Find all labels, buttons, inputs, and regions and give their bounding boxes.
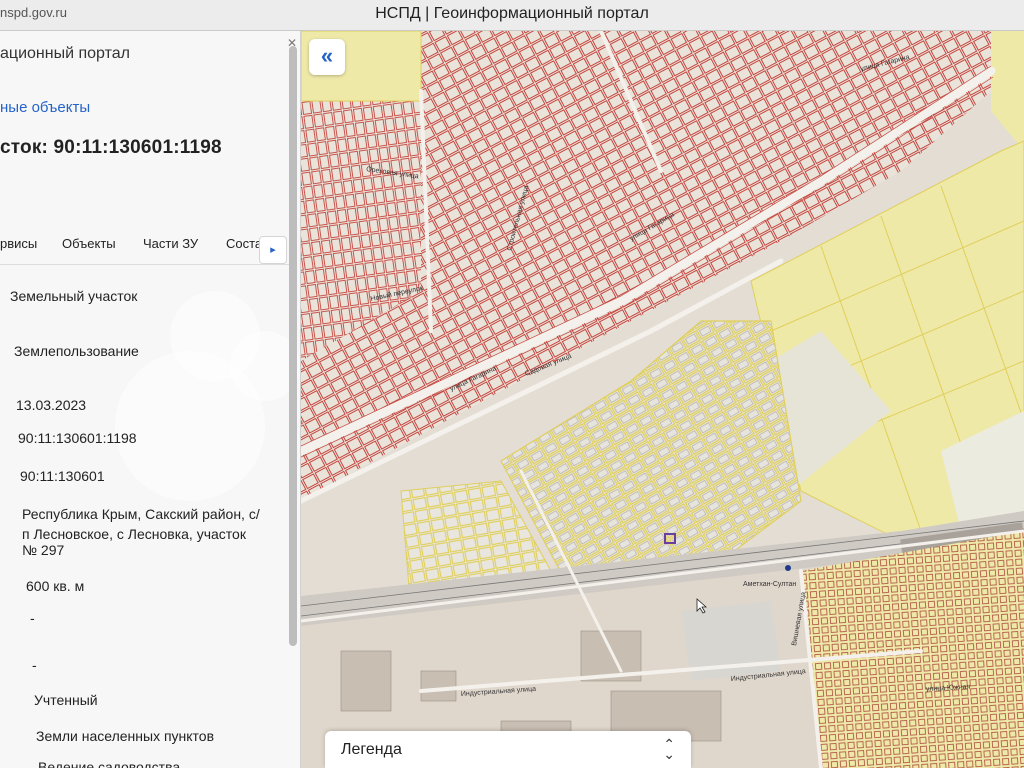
field-use: Ведение садоводства [38,759,181,768]
chevron-down-icon: ⌄ [663,746,675,762]
parcel-title: сток: 90:11:130601:1198 [0,137,222,158]
panel-scrollbar[interactable] [289,46,297,646]
field-address-line1: Республика Крым, Сакский район, с/ [22,506,260,522]
field-area: 600 кв. м [26,578,85,594]
field-cadastral-number: 90:11:130601:1198 [18,430,137,446]
location-marker [785,565,791,571]
objects-link[interactable]: ные объекты [0,99,90,116]
field-empty-1: - [30,610,35,626]
tab-bar: рвисы Объекты Части ЗУ Соста ▸ [0,236,290,265]
field-category: Земли населенных пунктов [36,728,215,744]
field-empty-2: - [32,657,37,673]
legend-panel[interactable]: Легенда ⌃ ⌄ [325,731,691,768]
info-panel: ационный портал ✕ ные объекты сток: 90:1… [0,31,301,768]
tab-parcel-parts[interactable]: Части ЗУ [143,236,198,251]
field-address-line3: № 297 [22,542,65,558]
field-quarter: 90:11:130601 [20,468,105,484]
cadastral-map[interactable]: улица Гагарина улица Гагарина улица Гага… [301,31,1024,768]
collapse-panel-button[interactable]: « [309,39,345,75]
map-canvas: улица Гагарина улица Гагарина улица Гага… [301,31,1024,768]
window-title: НСПД | Геоинформационный портал [375,5,649,22]
browser-titlebar: nspd.gov.ru НСПД | Геоинформационный пор… [0,0,1024,31]
street-label-amet: Аметхан-Султан [743,581,796,588]
field-object-type: Земельный участок [10,288,138,304]
tab-services[interactable]: рвисы [0,236,37,251]
residential-block-southeast [801,531,1024,768]
tab-objects[interactable]: Объекты [62,236,116,251]
legend-title: Легенда [341,741,402,758]
field-status: Учтенный [34,692,98,708]
tab-composition[interactable]: Соста [226,236,262,251]
portal-title: ационный портал [0,45,130,62]
tab-next-button[interactable]: ▸ [259,236,287,264]
field-date: 13.03.2023 [16,397,87,413]
field-address-line2: п Лесновское, с Лесновка, участок [22,526,246,542]
legend-toggle-icon[interactable]: ⌃ ⌄ [663,737,675,762]
field-kind: Землепользование [14,343,139,359]
